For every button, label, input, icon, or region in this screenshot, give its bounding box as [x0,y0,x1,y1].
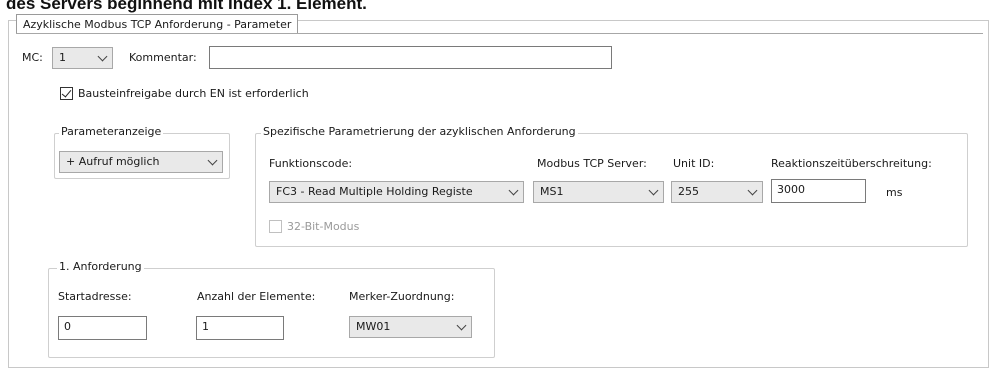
tab-parameters[interactable]: Azyklische Modbus TCP Anforderung - Para… [16,14,299,34]
chevron-down-icon [648,185,659,196]
comment-input[interactable] [209,46,612,69]
unit-id-value: 255 [678,185,699,198]
bit-mode-checkbox[interactable] [269,220,282,233]
start-address-label: Startadresse: [58,290,132,303]
mc-value: 1 [59,51,66,64]
marker-value: MW01 [356,320,391,333]
chevron-down-icon [747,185,758,196]
parameter-display-select[interactable]: + Aufruf möglich [59,151,223,173]
bit-mode-label: 32-Bit-Modus [287,220,360,233]
partial-caption-text: des Servers beginnend mit Index 1. Eleme… [6,0,367,13]
specific-parameter-title: Spezifische Parametrierung der azyklisch… [261,125,578,138]
timeout-unit: ms [886,186,903,199]
enable-checkbox-label: Bausteinfreigabe durch EN ist erforderli… [78,87,309,100]
server-value: MS1 [540,185,564,198]
function-code-select[interactable]: FC3 - Read Multiple Holding Registe [269,181,524,203]
mc-label: MC: [22,51,43,64]
element-count-input[interactable]: 1 [196,316,284,340]
enable-checkbox[interactable] [60,87,73,100]
chevron-down-icon [97,51,108,62]
mc-select[interactable]: 1 [52,47,113,69]
marker-select[interactable]: MW01 [349,316,472,338]
comment-label: Kommentar: [129,51,197,64]
server-select[interactable]: MS1 [533,181,664,203]
function-code-label: Funktionscode: [269,157,353,170]
request-title: 1. Anforderung [57,260,144,273]
chevron-down-icon [207,155,218,166]
unit-id-select[interactable]: 255 [671,181,763,203]
parameter-display-title: Parameteranzeige [59,125,164,138]
timeout-label: Reaktionszeitüberschreitung: [771,157,932,170]
request-group [48,268,495,358]
element-count-value: 1 [202,320,209,333]
function-code-value: FC3 - Read Multiple Holding Registe [276,185,473,198]
start-address-input[interactable]: 0 [58,316,147,340]
timeout-input[interactable]: 3000 [771,179,866,203]
start-address-value: 0 [64,320,71,333]
chevron-down-icon [456,320,467,331]
tab-divider [16,33,983,34]
marker-label: Merker-Zuordnung: [349,290,455,303]
parameter-display-value: + Aufruf möglich [66,155,160,168]
element-count-label: Anzahl der Elemente: [197,290,316,303]
checkmark-icon [61,87,72,98]
server-label: Modbus TCP Server: [537,157,647,170]
chevron-down-icon [508,185,519,196]
unit-id-label: Unit ID: [673,157,715,170]
timeout-value: 3000 [777,183,805,196]
